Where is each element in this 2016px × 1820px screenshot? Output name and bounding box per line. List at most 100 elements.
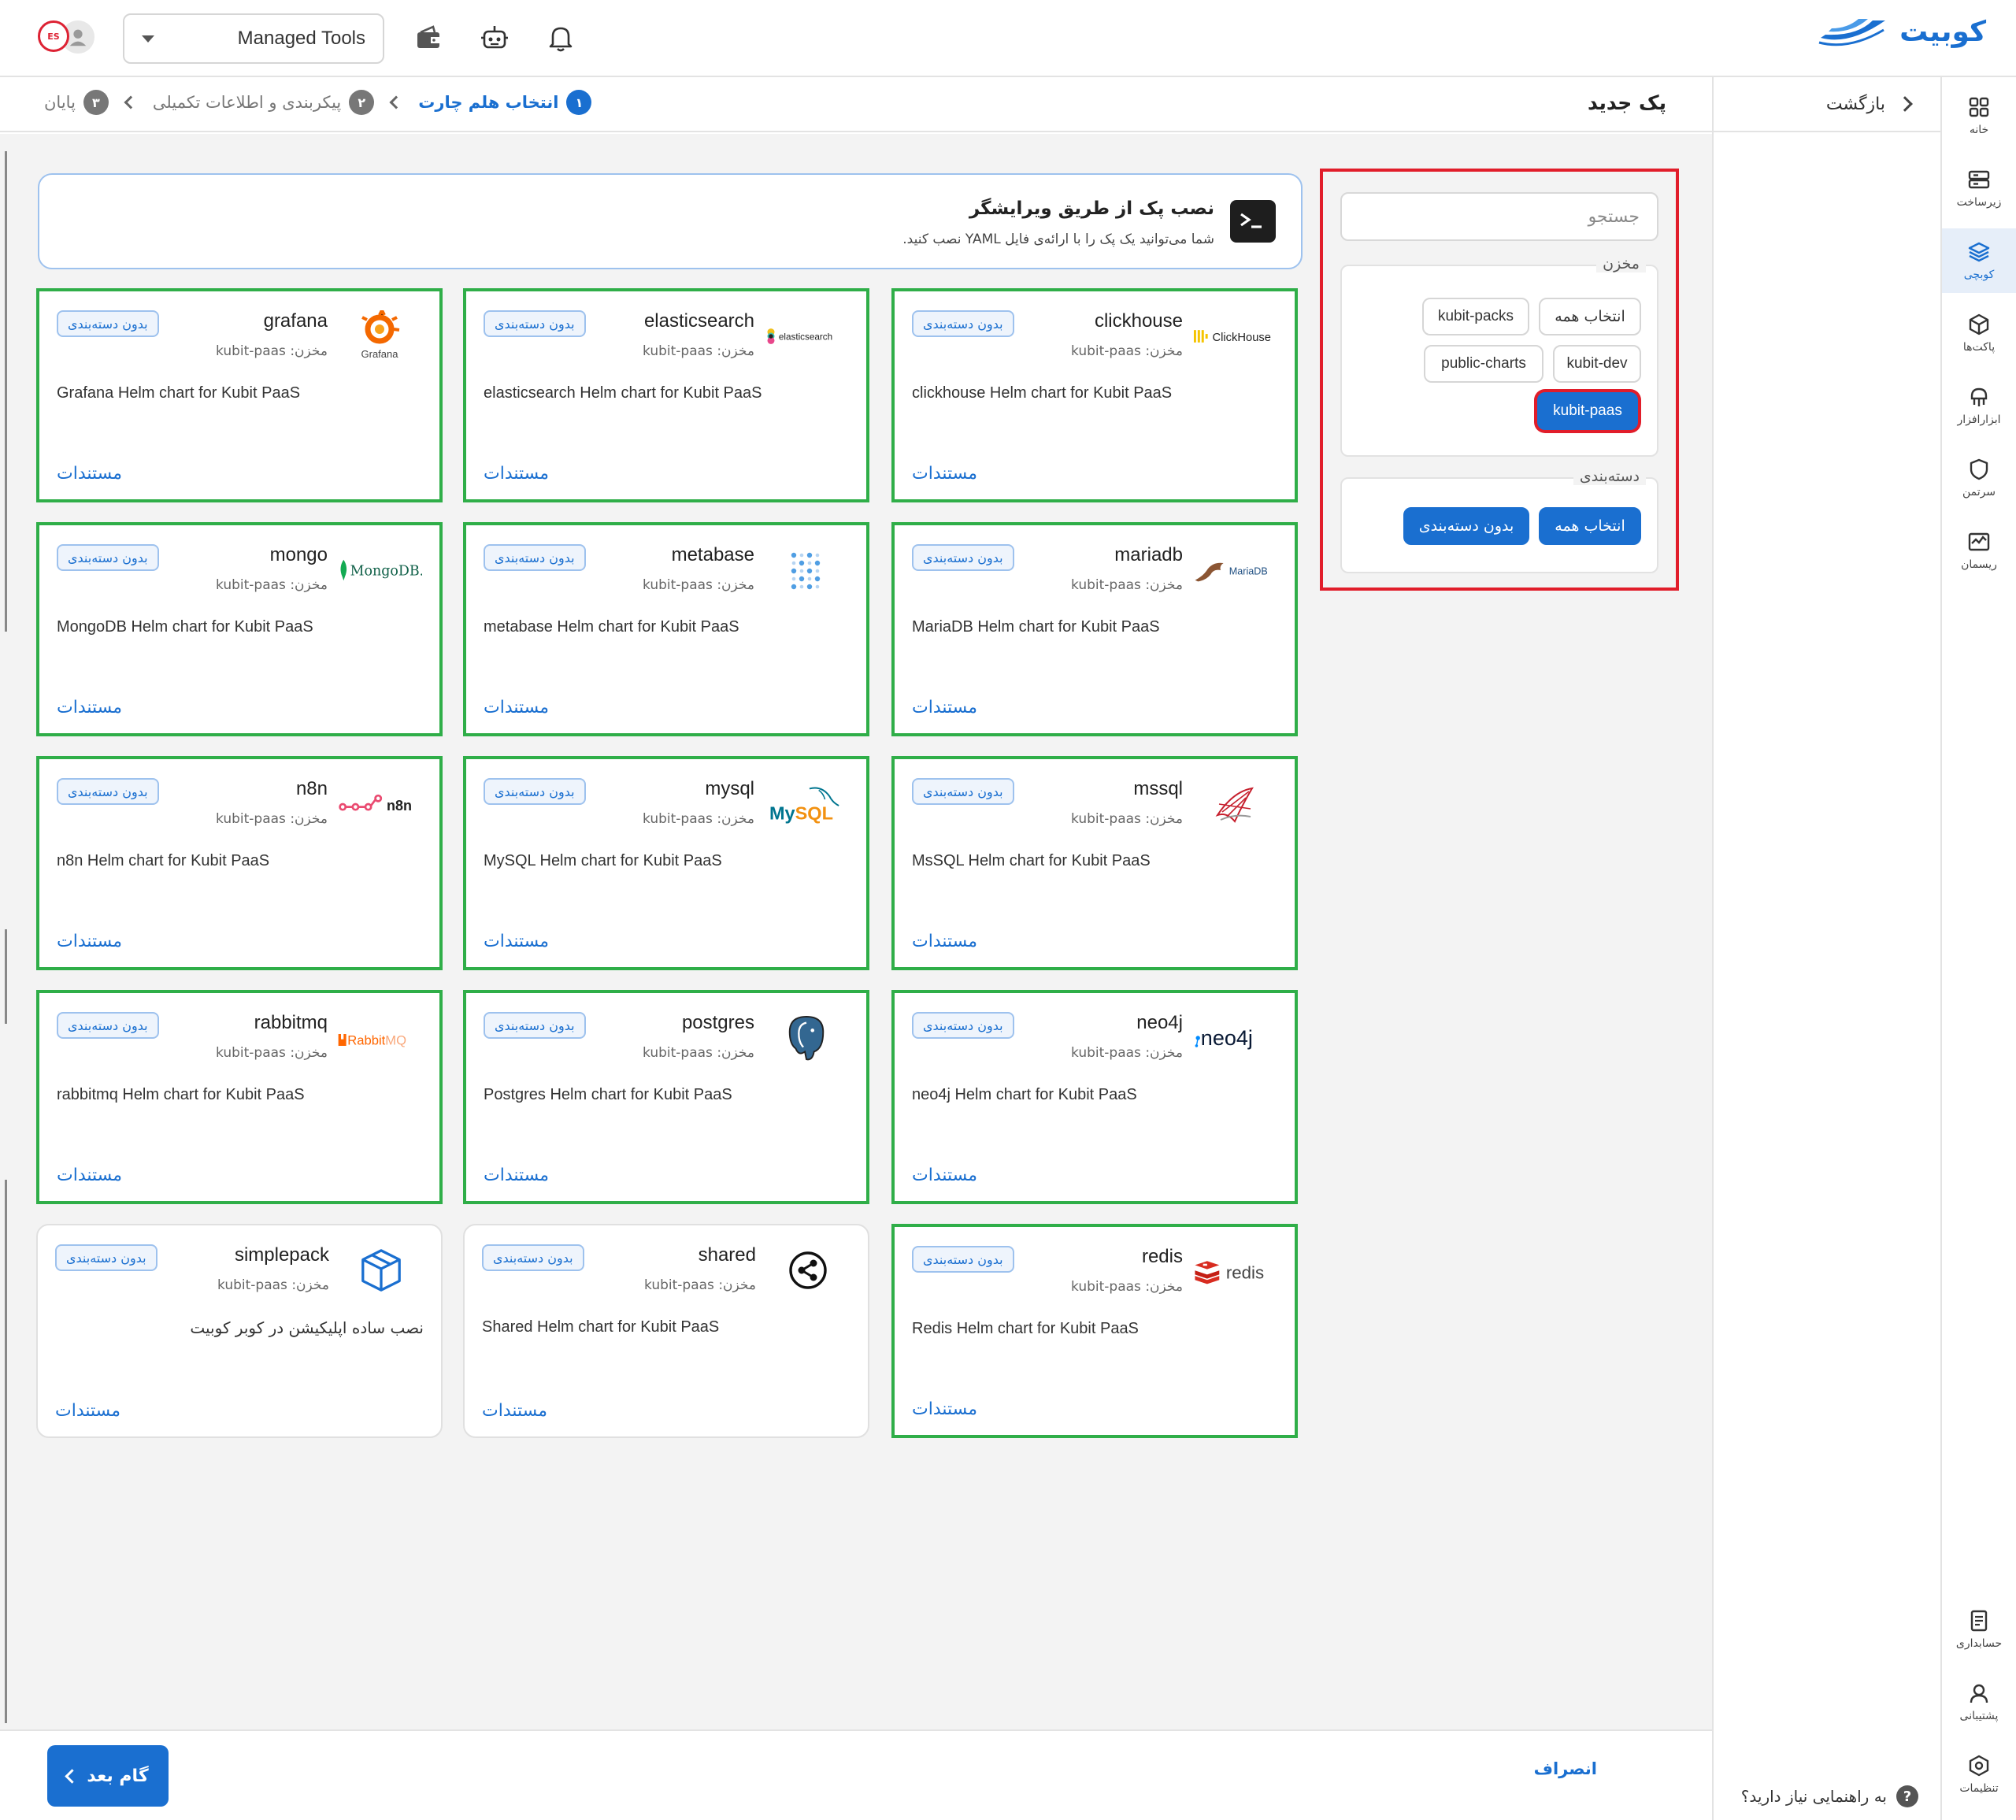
repo-value: kubit-paas: [1071, 1045, 1141, 1061]
chart-card-mssql[interactable]: mssql مخزن: kubit-paas بدون دسته‌بندی Ms…: [891, 756, 1298, 970]
chart-description: metabase Helm chart for Kubit PaaS: [484, 618, 739, 636]
cancel-button[interactable]: انصراف: [1534, 1759, 1597, 1778]
chart-repo: مخزن: kubit-paas: [216, 343, 328, 359]
repo-chip-kubit-paas[interactable]: kubit-paas: [1537, 392, 1638, 430]
category-badge: بدون دسته‌بندی: [484, 1012, 586, 1039]
repo-prefix: مخزن:: [712, 577, 754, 593]
repo-value: kubit-paas: [216, 811, 286, 827]
chart-card-neo4j[interactable]: neo4j neo4j مخزن: kubit-paas بدون دسته‌ب…: [891, 990, 1298, 1204]
nav-item-infra[interactable]: زیرساخت: [1942, 156, 2016, 221]
category-badge: بدون دسته‌بندی: [912, 310, 1014, 337]
mssql-logo-icon: [1192, 778, 1277, 830]
layers-icon: [1968, 242, 1990, 262]
docs-link[interactable]: مستندات: [57, 698, 122, 717]
chart-repo: مخزن: kubit-paas: [1071, 1279, 1183, 1295]
terminal-icon: [1230, 200, 1276, 243]
docs-link[interactable]: مستندات: [484, 932, 549, 951]
nav-item-kubi[interactable]: کوبچی: [1942, 228, 2016, 293]
brand-logo[interactable]: کوبیت: [1818, 14, 1986, 49]
repo-chip-public-charts[interactable]: public-charts: [1424, 345, 1544, 383]
docs-link[interactable]: مستندات: [57, 1166, 122, 1185]
user-menu[interactable]: ES: [38, 19, 98, 57]
nav-item-tools[interactable]: ابزارافزار: [1942, 373, 2016, 438]
docs-link[interactable]: مستندات: [57, 932, 122, 951]
docs-link[interactable]: مستندات: [484, 464, 549, 484]
next-step-button[interactable]: گام بعد: [47, 1745, 169, 1807]
chart-card-redis[interactable]: redis redis مخزن: kubit-paas بدون دسته‌ب…: [891, 1224, 1298, 1438]
repo-chip-select-all[interactable]: انتخاب همه: [1539, 298, 1641, 335]
chart-card-shared[interactable]: shared مخزن: kubit-paas بدون دسته‌بندی S…: [463, 1224, 869, 1438]
repo-value: kubit-paas: [1071, 811, 1141, 827]
chart-card-mariadb[interactable]: MariaDB mariadb مخزن: kubit-paas بدون دس…: [891, 522, 1298, 736]
docs-link[interactable]: مستندات: [482, 1401, 547, 1421]
yaml-editor-install-banner[interactable]: نصب پک از طریق ویرایشگر شما می‌توانید یک…: [38, 173, 1303, 269]
docs-link[interactable]: مستندات: [484, 1166, 549, 1185]
nav-item-home[interactable]: خانه: [1942, 83, 2016, 148]
chart-card-mongo[interactable]: MongoDB. mongo مخزن: kubit-paas بدون دست…: [36, 522, 443, 736]
docs-link[interactable]: مستندات: [912, 932, 977, 951]
docs-link[interactable]: مستندات: [912, 464, 977, 484]
chart-card-n8n[interactable]: n8n n8n مخزن: kubit-paas بدون دسته‌بندی …: [36, 756, 443, 970]
category-badge: بدون دسته‌بندی: [484, 778, 586, 805]
chart-repo: مخزن: kubit-paas: [216, 811, 328, 827]
docs-link[interactable]: مستندات: [55, 1401, 120, 1421]
search-input[interactable]: [1342, 206, 1640, 227]
search-field[interactable]: [1340, 192, 1658, 241]
secondary-column: بازگشت ? به راهنمایی نیاز دارید؟: [1712, 77, 1940, 1820]
nav-item-monitor[interactable]: ریسمان: [1942, 518, 2016, 583]
help-link[interactable]: ? به راهنمایی نیاز دارید؟: [1741, 1785, 1918, 1807]
repo-prefix: مخزن:: [713, 1277, 756, 1293]
chart-card-mysql[interactable]: MySQL mysql مخزن: kubit-paas بدون دسته‌ب…: [463, 756, 869, 970]
repo-value: kubit-paas: [1071, 343, 1141, 359]
rabbitmq-logo-icon: RabbitMQ: [337, 1012, 422, 1064]
nav-item-guard[interactable]: سرتمن: [1942, 446, 2016, 510]
docs-link[interactable]: مستندات: [912, 698, 977, 717]
category-chip-uncategorized[interactable]: بدون دسته‌بندی: [1403, 507, 1529, 545]
docs-link[interactable]: مستندات: [912, 1399, 977, 1419]
nav-item-settings[interactable]: تنظیمات: [1942, 1742, 2016, 1807]
bell-icon[interactable]: [545, 22, 576, 54]
banner-subtitle: شما می‌توانید یک پک را با ارائه‌ی فایل Y…: [902, 232, 1214, 247]
svg-text:MariaDB: MariaDB: [1229, 565, 1268, 576]
svg-text:MongoDB.: MongoDB.: [350, 564, 422, 580]
nav-label: پاکت‌ها: [1962, 341, 1996, 354]
chart-card-metabase[interactable]: metabase مخزن: kubit-paas بدون دسته‌بندی…: [463, 522, 869, 736]
next-step-label: گام بعد: [87, 1766, 149, 1786]
nav-item-billing[interactable]: حسابداری: [1942, 1597, 2016, 1662]
category-badge: بدون دسته‌بندی: [912, 544, 1014, 571]
category-badge: بدون دسته‌بندی: [57, 544, 159, 571]
chart-description: neo4j Helm chart for Kubit PaaS: [912, 1086, 1137, 1103]
robot-icon[interactable]: [479, 22, 510, 54]
chart-card-postgres[interactable]: postgres مخزن: kubit-paas بدون دسته‌بندی…: [463, 990, 869, 1204]
docs-link[interactable]: مستندات: [57, 464, 122, 484]
category-badge: بدون دسته‌بندی: [57, 310, 159, 337]
scroll-indicator: [5, 151, 7, 632]
chart-name: postgres: [681, 1012, 754, 1033]
step-number: ۱: [566, 90, 592, 115]
chart-card-clickhouse[interactable]: ClickHouse clickhouse مخزن: kubit-paas ب…: [891, 288, 1298, 502]
docs-link[interactable]: مستندات: [912, 1166, 977, 1185]
chevron-down-icon: [142, 35, 154, 43]
chart-icon: [1968, 532, 1990, 551]
filter-panel: مخزن انتخاب همه kubit-packs kubit-dev pu…: [1320, 169, 1679, 591]
svg-text:ClickHouse: ClickHouse: [1213, 332, 1271, 344]
category-chip-select-all[interactable]: انتخاب همه: [1539, 507, 1641, 545]
nav-item-packets[interactable]: پاکت‌ها: [1942, 301, 2016, 365]
chart-card-grafana[interactable]: Grafana grafana مخزن: kubit-paas بدون دس…: [36, 288, 443, 502]
chart-card-elasticsearch[interactable]: elasticsearch elasticsearch مخزن: kubit-…: [463, 288, 869, 502]
wallet-icon[interactable]: [413, 22, 444, 54]
back-button[interactable]: بازگشت: [1712, 77, 1940, 132]
repo-chip-kubit-packs[interactable]: kubit-packs: [1422, 298, 1529, 335]
managed-tools-select[interactable]: Managed Tools: [123, 13, 384, 64]
chart-description: n8n Helm chart for Kubit PaaS: [57, 852, 270, 869]
mariadb-logo-icon: MariaDB: [1192, 544, 1277, 596]
nav-item-support[interactable]: پشتیبانی: [1942, 1670, 2016, 1734]
docs-link[interactable]: مستندات: [484, 698, 549, 717]
chart-description: clickhouse Helm chart for Kubit PaaS: [912, 384, 1173, 402]
repo-chip-kubit-dev[interactable]: kubit-dev: [1553, 345, 1641, 383]
chart-card-simplepack[interactable]: simplepack مخزن: kubit-paas بدون دسته‌بن…: [36, 1224, 443, 1438]
svg-text:MySQL: MySQL: [769, 803, 833, 824]
chart-card-rabbitmq[interactable]: RabbitMQ rabbitmq مخزن: kubit-paas بدون …: [36, 990, 443, 1204]
nav-label: حسابداری: [1955, 1637, 2003, 1650]
brand-name: کوبیت: [1899, 15, 1986, 48]
